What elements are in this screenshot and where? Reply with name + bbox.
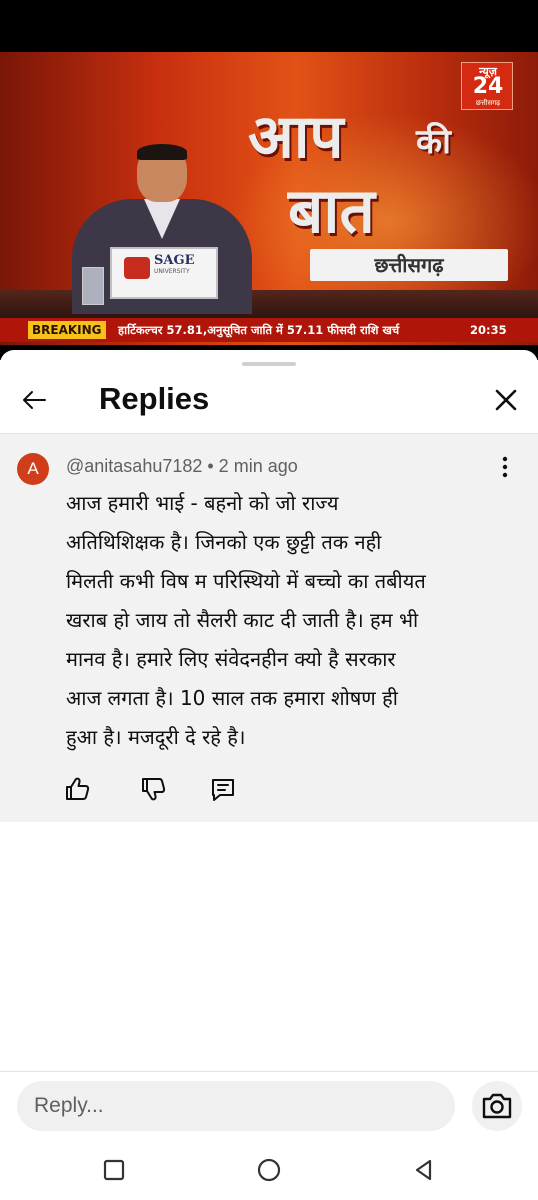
show-title: आप की बात <box>248 102 508 252</box>
thumb-up-icon[interactable] <box>62 774 96 806</box>
circle-icon[interactable] <box>253 1154 285 1186</box>
comment-line: मानव है। हमारे लिए संवेदनहीन क्यो है सरक… <box>66 647 396 671</box>
video-frame[interactable]: न्यूज़ 24 छत्तीसगढ़ आप की बात छत्तीसगढ़ … <box>0 52 538 345</box>
replies-sheet: Replies A @anitasahu7182 • 2 min ago आज … <box>0 350 538 1200</box>
comment-author-time[interactable]: @anitasahu7182 • 2 min ago <box>66 454 298 478</box>
more-vertical-icon[interactable] <box>492 454 518 480</box>
comment-icon[interactable] <box>208 774 242 806</box>
screen: न्यूज़ 24 छत्तीसगढ़ आप की बात छत्तीसगढ़ … <box>0 0 538 1200</box>
thumb-down-icon[interactable] <box>138 774 172 806</box>
camera-icon[interactable] <box>472 1081 522 1131</box>
arrow-left-icon[interactable] <box>18 384 50 416</box>
comment-line: खराब हो जाय तो सैलरी काट दी जाती है। हम … <box>66 608 419 632</box>
comment-line: अतिथिशिक्षक है। जिनको एक छुट्टी तक नही <box>66 530 382 554</box>
comment-item: A @anitasahu7182 • 2 min ago आज हमारी भा… <box>0 434 538 822</box>
channel-logo-number: 24 <box>472 74 504 99</box>
anchor-hair <box>137 144 187 160</box>
video-player[interactable]: न्यूज़ 24 छत्तीसगढ़ आप की बात छत्तीसगढ़ … <box>0 0 538 360</box>
comment-text: आज हमारी भाई - बहनो को जो राज्य अतिथिशिक… <box>66 484 506 757</box>
sponsor-subtitle: UNIVERSITY <box>154 268 190 275</box>
close-icon[interactable] <box>490 384 522 416</box>
water-glass <box>82 267 104 305</box>
ticker-label: BREAKING <box>28 321 106 339</box>
square-icon[interactable] <box>98 1154 130 1186</box>
show-title-word1: आप <box>248 102 344 172</box>
ticker-time: 20:35 <box>470 323 507 337</box>
reply-bar-divider <box>0 1071 538 1072</box>
sponsor-name: SAGE <box>154 253 195 268</box>
show-title-word2: की <box>416 122 451 162</box>
comment-line: मिलती कभी विष म परिस्थियो में बच्चो का त… <box>66 569 426 593</box>
ticker-text: हार्टिकल्चर 57.81,अनुसूचित जाति में 57.1… <box>118 323 400 337</box>
sponsor-laptop: SAGE UNIVERSITY <box>110 247 218 299</box>
reply-input[interactable] <box>17 1081 455 1131</box>
news-ticker: BREAKING हार्टिकल्चर 57.81,अनुसूचित जाति… <box>0 318 538 342</box>
show-title-word3: बात <box>288 174 375 247</box>
sponsor-emblem-icon <box>124 257 150 279</box>
comment-line: आज हमारी भाई - बहनो को जो राज्य <box>66 491 339 515</box>
triangle-back-icon[interactable] <box>408 1154 440 1186</box>
show-subtitle: छत्तीसगढ़ <box>310 249 508 281</box>
avatar[interactable]: A <box>17 453 49 485</box>
system-navigation-bar <box>0 1140 538 1200</box>
comment-line: आज लगता है। 10 साल तक हमारा शोषण ही <box>66 686 398 710</box>
page-title: Replies <box>99 381 210 416</box>
comment-line: हुआ है। मजदूरी दे रहे है। <box>66 725 246 749</box>
drag-handle[interactable] <box>242 362 296 366</box>
